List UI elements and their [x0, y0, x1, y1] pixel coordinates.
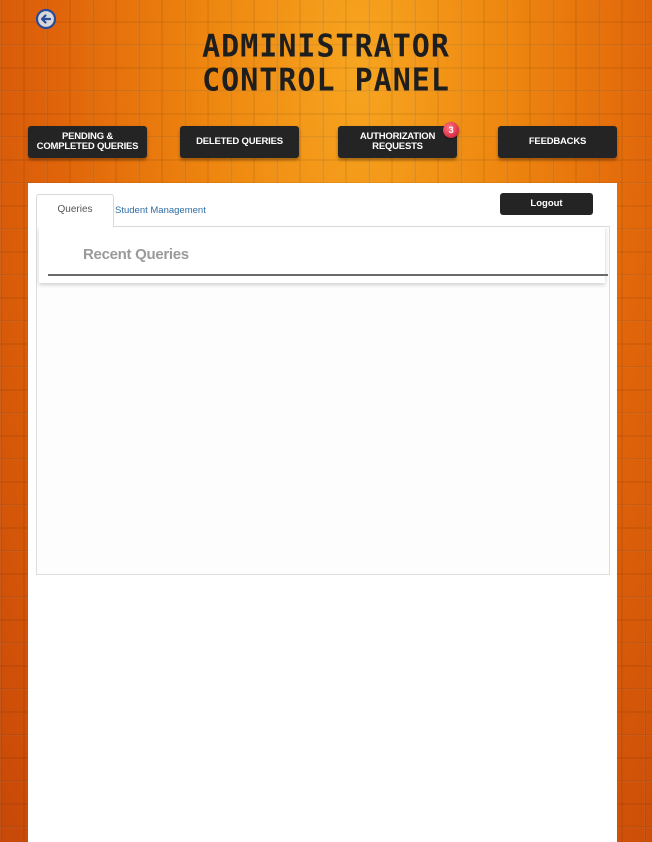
feedbacks-button[interactable]: FEEDBACKS [498, 126, 617, 158]
queries-tab-content: Recent Queries [36, 226, 610, 575]
logout-button[interactable]: Logout [500, 193, 593, 215]
title-line-1: ADMINISTRATOR [202, 28, 450, 66]
recent-queries-title: Recent Queries [83, 246, 189, 263]
recent-queries-header: Recent Queries [39, 227, 608, 283]
tab-queries[interactable]: Queries [36, 194, 114, 227]
deleted-queries-button[interactable]: DELETED QUERIES [180, 126, 299, 158]
main-panel: Queries Student Management Logout Recent… [28, 183, 617, 842]
arrow-left-circle-icon [35, 8, 57, 30]
title-line-2: CONTROL PANEL [202, 61, 450, 99]
nav-label: AUTHORIZATION REQUESTS [359, 131, 436, 152]
tab-student-management[interactable]: Student Management [115, 205, 206, 216]
notification-badge: 3 [443, 122, 459, 138]
nav-label: FEEDBACKS [528, 136, 587, 147]
back-button[interactable] [35, 8, 57, 30]
authorization-requests-button[interactable]: AUTHORIZATION REQUESTS 3 [338, 122, 459, 158]
nav-label: PENDING & COMPLETED QUERIES [36, 131, 139, 152]
nav-label: DELETED QUERIES [196, 136, 283, 147]
header-divider [48, 274, 608, 276]
pending-completed-queries-button[interactable]: PENDING & COMPLETED QUERIES [28, 126, 147, 158]
page-title: ADMINISTRATOR CONTROL PANEL [0, 30, 652, 97]
